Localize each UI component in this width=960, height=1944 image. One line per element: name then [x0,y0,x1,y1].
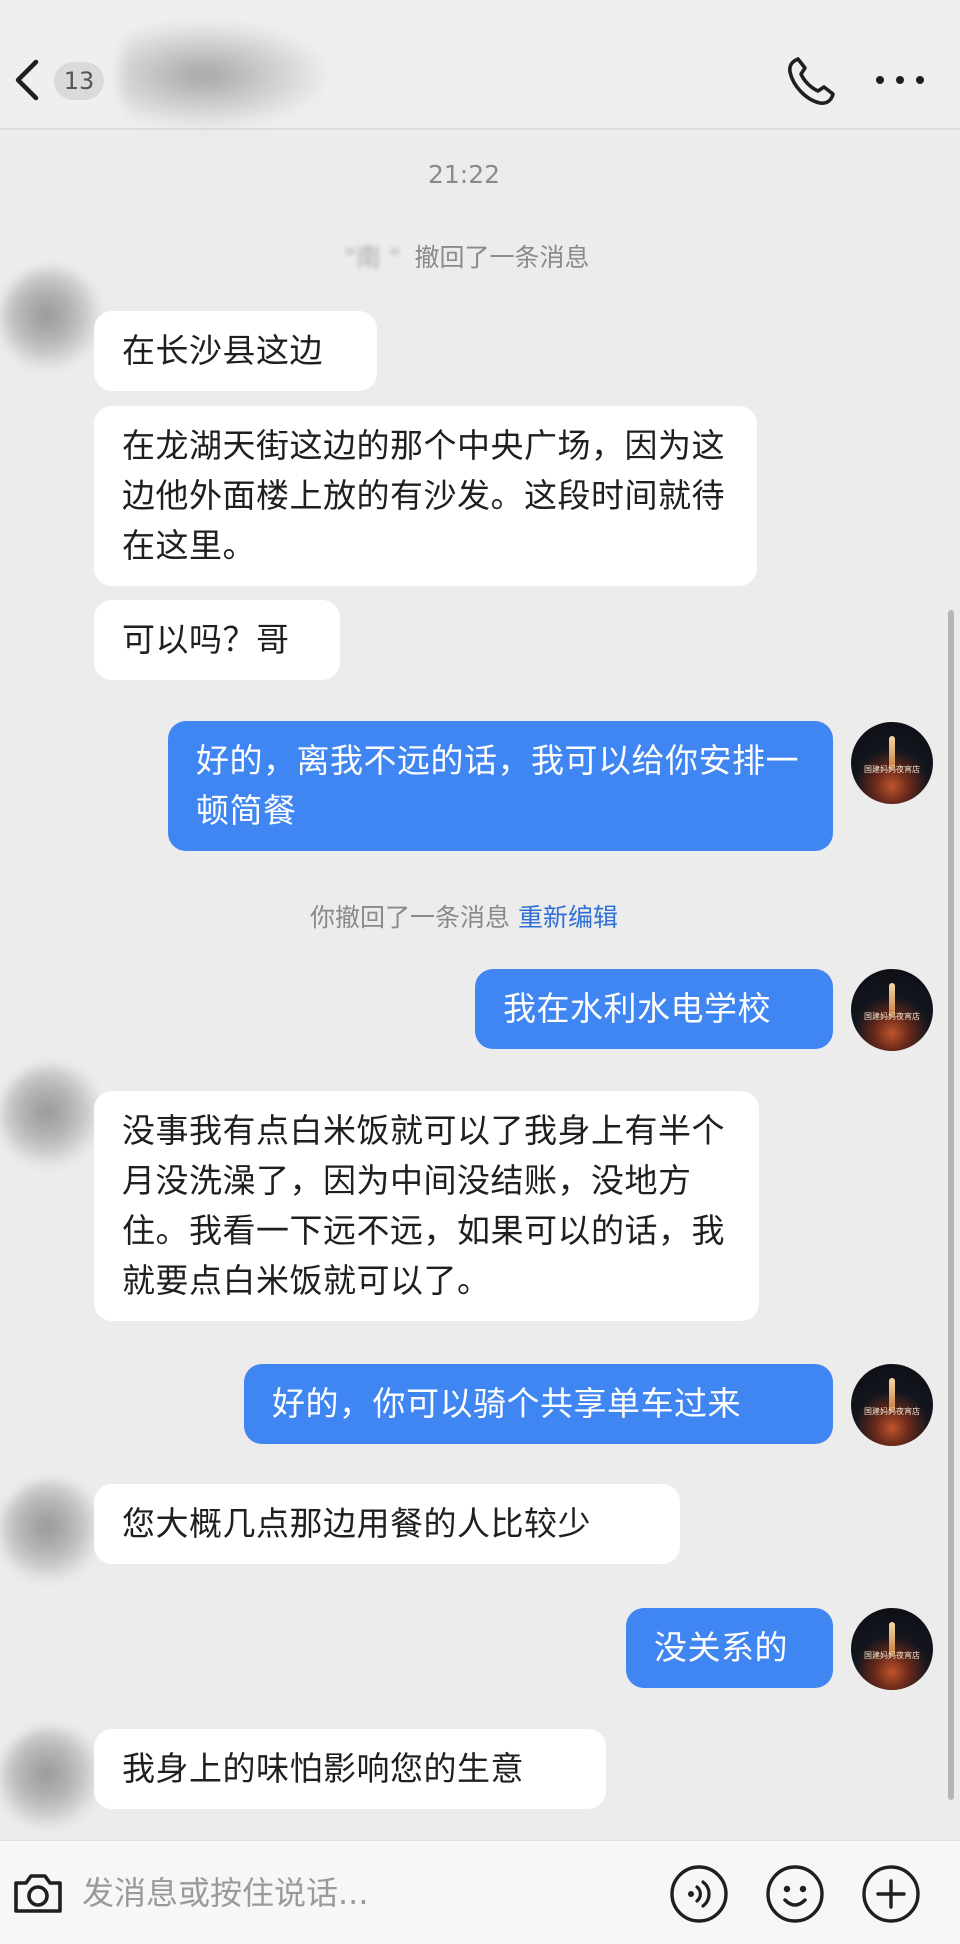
more-horizontal-icon [876,76,924,84]
my-avatar[interactable]: 国建妈妈夜宵店 [851,1364,933,1446]
emoji-icon [766,1865,824,1923]
message-input[interactable] [82,1867,642,1919]
contact-avatar[interactable] [0,268,104,372]
message-bubble-outgoing[interactable]: 好的，离我不远的话，我可以给你安排一顿简餐 [168,721,833,851]
phone-icon [788,57,835,105]
message-timestamp: 21:22 [427,160,501,189]
message-bubble-incoming[interactable]: 在龙湖天街这边的那个中央广场，因为这边他外面楼上放的有沙发。这段时间就待在这里。 [94,406,757,586]
plus-icon [862,1865,920,1923]
message-bubble-incoming[interactable]: 我身上的味怕影响您的生意 [94,1729,606,1809]
voice-input-button[interactable] [668,1863,730,1925]
my-avatar[interactable]: 国建妈妈夜宵店 [851,722,933,804]
message-bubble-incoming[interactable]: 没事我有点白米饭就可以了我身上有半个月没洗澡了，因为中间没结账，没地方住。我看一… [94,1091,759,1321]
my-avatar[interactable]: 国建妈妈夜宵店 [851,969,933,1051]
self-recall-notice: 你撤回了一条消息 重新编辑 [0,898,928,934]
more-options-button[interactable] [872,60,928,100]
contact-avatar[interactable] [0,1480,104,1584]
camera-button[interactable] [8,1863,68,1923]
recall-notice-text: 撤回了一条消息 [406,243,590,272]
more-functions-button[interactable] [860,1863,922,1925]
voice-call-button[interactable] [782,54,838,110]
unread-count-badge[interactable]: 13 [54,62,104,100]
voice-icon [670,1865,728,1923]
contact-avatar[interactable] [0,1727,104,1831]
self-recall-text: 你撤回了一条消息 [310,903,518,932]
back-button[interactable] [8,50,48,110]
recall-notice: "南 " 撤回了一条消息 [0,238,928,274]
message-bubble-outgoing[interactable]: 没关系的 [626,1608,833,1688]
recaller-name: "南 " [344,243,401,272]
scrollbar[interactable] [948,610,954,1800]
message-bubble-incoming[interactable]: 可以吗？哥 [94,600,340,680]
re-edit-link[interactable]: 重新编辑 [518,903,618,932]
message-bubble-incoming[interactable]: 您大概几点那边用餐的人比较少 [94,1484,680,1564]
message-input-bar [0,1840,960,1944]
message-bubble-outgoing[interactable]: 我在水利水电学校 [475,969,833,1049]
message-bubble-incoming[interactable]: 在长沙县这边 [94,311,377,391]
chevron-left-icon [15,59,39,101]
contact-avatar[interactable] [0,1065,104,1169]
emoji-button[interactable] [764,1863,826,1925]
message-bubble-outgoing[interactable]: 好的，你可以骑个共享单车过来 [244,1364,833,1444]
camera-icon [14,1874,62,1913]
my-avatar[interactable]: 国建妈妈夜宵店 [851,1608,933,1690]
chat-header: 13 [0,0,960,130]
contact-name [120,20,330,130]
